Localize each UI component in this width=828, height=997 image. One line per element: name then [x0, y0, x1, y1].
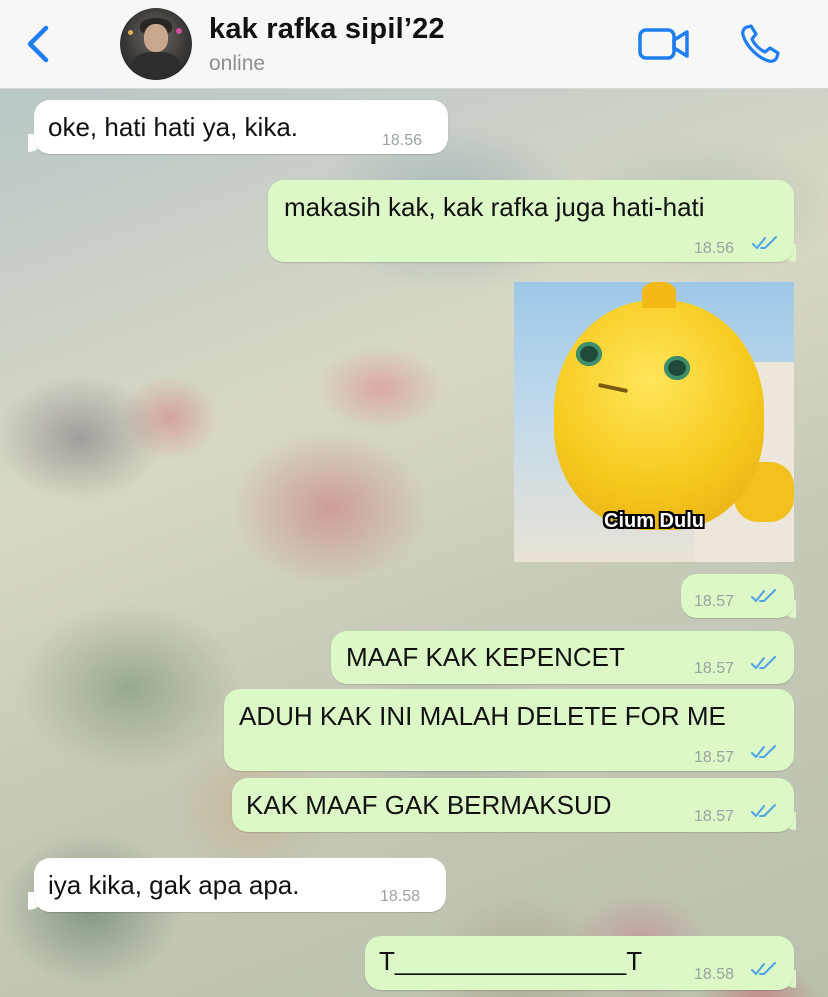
- contact-avatar[interactable]: [120, 8, 192, 80]
- message-bubble-outgoing[interactable]: ADUH KAK INI MALAH DELETE FOR ME 18.57: [224, 689, 794, 771]
- message-bubble-incoming[interactable]: iya kika, gak apa apa. 18.58: [34, 858, 446, 912]
- chat-header: kak rafka sipil’22 online: [0, 0, 828, 89]
- message-bubble-outgoing[interactable]: makasih kak, kak rafka juga hati-hati 18…: [268, 180, 794, 262]
- read-ticks-icon: [751, 589, 776, 602]
- read-ticks-icon: [751, 962, 776, 975]
- voice-call-button[interactable]: [738, 22, 782, 66]
- sticker-caption: Cium Dulu: [604, 510, 704, 532]
- contact-name[interactable]: kak rafka sipil’22: [209, 13, 445, 46]
- chevron-left-icon: [27, 25, 49, 63]
- message-text: KAK MAAF GAK BERMAKSUD: [246, 790, 612, 820]
- message-time: 18.58: [380, 888, 421, 905]
- message-text: iya kika, gak apa apa.: [48, 870, 300, 900]
- read-ticks-icon: [751, 745, 776, 758]
- message-text: makasih kak, kak rafka juga hati-hati: [284, 192, 705, 222]
- message-bubble-outgoing[interactable]: MAAF KAK KEPENCET 18.57: [331, 631, 794, 684]
- contact-status: online: [209, 52, 266, 75]
- message-time: 18.56: [694, 240, 735, 257]
- video-camera-icon: [638, 28, 689, 60]
- message-text: MAAF KAK KEPENCET: [346, 642, 625, 672]
- phone-icon: [741, 24, 780, 63]
- message-text: ADUH KAK INI MALAH DELETE FOR ME: [239, 701, 726, 731]
- read-ticks-icon: [751, 656, 776, 669]
- video-call-button[interactable]: [638, 26, 690, 62]
- message-bubble-incoming[interactable]: oke, hati hati ya, kika. 18.56: [34, 100, 448, 154]
- message-bubble-outgoing[interactable]: 18.57: [681, 574, 794, 618]
- message-time: 18.57: [694, 808, 735, 825]
- message-time: 18.58: [694, 966, 735, 983]
- message-text: oke, hati hati ya, kika.: [48, 112, 299, 142]
- message-bubble-outgoing[interactable]: KAK MAAF GAK BERMAKSUD 18.57: [232, 778, 794, 832]
- message-time: 18.57: [694, 593, 735, 610]
- message-text: T________________T: [379, 946, 643, 976]
- read-ticks-icon: [751, 804, 776, 817]
- read-ticks-icon: [752, 236, 777, 249]
- back-button[interactable]: [20, 22, 60, 66]
- message-time: 18.56: [382, 132, 423, 149]
- message-time: 18.57: [694, 749, 735, 766]
- message-bubble-outgoing[interactable]: T________________T 18.58: [365, 936, 794, 990]
- message-time: 18.57: [694, 660, 735, 677]
- sticker-image[interactable]: Cium Dulu: [514, 282, 794, 562]
